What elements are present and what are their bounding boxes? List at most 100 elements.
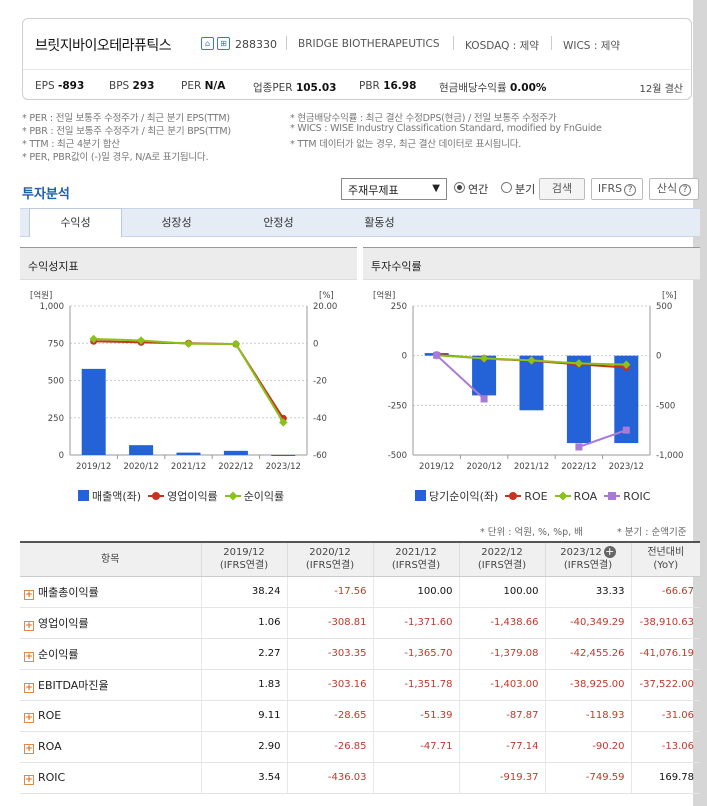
table-cell: -1,379.08 [458, 638, 545, 670]
legend-roe: ROE [505, 490, 548, 503]
metric-per: PER N/A [181, 80, 226, 92]
x-tick-label: 2020/12 [466, 462, 501, 472]
header-basis: (IFRS연결) [305, 560, 355, 572]
left-axis-unit: [억원] [30, 290, 52, 301]
legend-roe-label: ROE [524, 490, 548, 503]
row-label[interactable]: + ROIC [20, 762, 201, 794]
formula-button[interactable]: 산식? [649, 178, 699, 200]
table-cell: 2.27 [200, 638, 287, 670]
search-button[interactable]: 검색 [539, 178, 585, 200]
expand-plus-icon[interactable]: + [24, 651, 34, 662]
table-cell: -26.85 [286, 731, 373, 763]
right-axis-unit: [%] [319, 291, 334, 301]
row-label[interactable]: + 매출총이익률 [20, 576, 201, 608]
ifrs-button[interactable]: IFRS? [591, 178, 643, 200]
tab-growth[interactable]: 성장성 [130, 209, 223, 236]
table-cell: -919.37 [458, 762, 545, 794]
table-row: + ROE 9.11 -28.65 -51.39 -87.87 -118.93 -31.06 [20, 700, 700, 732]
statement-select[interactable]: 주재무제표 ▼ [341, 178, 447, 200]
radio-quarter-label: 분기 [515, 183, 536, 196]
table-cell: -303.16 [286, 669, 373, 701]
y-tick-right: -60 [313, 451, 327, 461]
table-cell: -1,438.66 [458, 607, 545, 639]
table-cell: 3.54 [200, 762, 287, 794]
point-roic [575, 443, 583, 451]
table-cell: 100.00 [372, 576, 459, 608]
series-line-net-margin [93, 338, 142, 342]
point-roic [480, 395, 488, 403]
expand-plus-icon[interactable]: + [24, 682, 34, 693]
x-tick-label: 2023/12 [609, 462, 644, 472]
tab-activity[interactable]: 활동성 [333, 209, 426, 236]
y-tick-right: 500 [656, 302, 672, 312]
y-tick-left: 500 [48, 377, 64, 387]
header-col: 2021/12 (IFRS연결) [372, 542, 459, 577]
x-tick-label: 2021/12 [514, 462, 549, 472]
tab-stability[interactable]: 안정성 [232, 209, 325, 236]
header-year: 2020/12 [309, 547, 351, 559]
table-cell: 1.06 [200, 607, 287, 639]
y-tick-left: 750 [48, 339, 64, 349]
table-cell: 100.00 [458, 576, 545, 608]
legend-net-income: 당기순이익(좌) [415, 490, 498, 503]
radio-annual-label: 연간 [468, 183, 489, 196]
help-icon: ? [679, 184, 692, 196]
expand-plus-icon[interactable]: + [24, 774, 34, 785]
legend-net-margin-label: 순이익률 [243, 490, 285, 503]
x-tick-label: 2019/12 [76, 462, 111, 472]
legend-net-income-label: 당기순이익(좌) [429, 490, 499, 503]
bar [81, 368, 106, 455]
table-row: + ROIC 3.54 -436.03 -919.37 -749.59 169.78 [20, 762, 700, 794]
expand-plus-icon[interactable]: + [24, 712, 34, 723]
table-row: + 영업이익률 1.06 -308.81 -1,371.60 -1,438.66 -40,3… [20, 607, 700, 639]
quarter-note: * 분기 : 순액기준 [617, 527, 687, 538]
series-line-operating-margin [93, 340, 142, 344]
point-net-margin [184, 339, 193, 349]
row-label[interactable]: + ROE [20, 700, 201, 732]
return-chart-panel: 투자수익률 [억원] [%] 250 500 0 0 -250 -500 -500 -1,000 2… [363, 247, 700, 509]
expand-plus-icon[interactable]: + [24, 589, 34, 600]
header-col: 전년대비 (YoY) [630, 542, 700, 577]
profitability-chart: [억원] [%] 1,000 20.00 750 0 500 -20 250 -40 0 -60 201… [30, 290, 337, 472]
chevron-down-icon: ▼ [432, 183, 440, 194]
note-dividend: * 현금배당수익률 : 최근 결산 수정DPS(현금) / 전일 보통주 수정주… [290, 113, 557, 124]
y-tick-right: -500 [656, 401, 675, 411]
divider [286, 36, 287, 50]
english-name: BRIDGE BIOTHERAPEUTICS [298, 38, 440, 50]
header-col: 2022/12 (IFRS연결) [458, 542, 545, 577]
expand-plus-icon[interactable]: + [24, 620, 34, 631]
table-cell: -47.71 [372, 731, 459, 763]
table-cell: 38.24 [200, 576, 287, 608]
section-title: 투자분석 [22, 187, 70, 202]
grid-icon[interactable]: ⊞ [217, 37, 230, 50]
y-tick-right: -1,000 [656, 451, 683, 461]
header-basis: (YoY) [653, 560, 679, 572]
metric-eps: EPS -893 [35, 80, 85, 92]
header-year: 2021/12 [395, 547, 437, 559]
row-label-text: 매출총이익률 [38, 585, 99, 599]
expand-plus-icon[interactable]: + [24, 743, 34, 754]
header-item: 항목 [20, 542, 201, 577]
header-basis: (IFRS연결) [219, 560, 269, 572]
table-cell: -77.14 [458, 731, 545, 763]
y-tick-right: -20 [313, 377, 327, 387]
tab-profitability[interactable]: 수익성 [29, 208, 122, 237]
radio-quarter[interactable] [501, 182, 512, 193]
left-axis-unit: [억원] [373, 290, 395, 301]
legend-bar-swatch [415, 490, 426, 501]
home-icon[interactable]: ⌂ [201, 37, 214, 50]
row-label[interactable]: + EBITDA마진율 [20, 669, 201, 701]
legend-sales: 매출액(좌) [78, 490, 141, 503]
radio-annual[interactable] [454, 182, 465, 193]
table-row: + 순이익률 2.27 -303.35 -1,365.70 -1,379.08 -42,45… [20, 638, 700, 670]
row-label[interactable]: + 영업이익률 [20, 607, 201, 639]
row-label[interactable]: + ROA [20, 731, 201, 763]
header-year: 2023/12 [560, 547, 602, 559]
row-label[interactable]: + 순이익률 [20, 638, 201, 670]
point-net-margin [231, 339, 241, 349]
header-basis: (IFRS연결) [477, 560, 527, 572]
row-label-text: ROA [38, 739, 62, 753]
legend-line-swatch [224, 491, 241, 501]
legend-line-swatch [148, 491, 165, 501]
expand-plus-icon[interactable]: + [603, 546, 616, 559]
